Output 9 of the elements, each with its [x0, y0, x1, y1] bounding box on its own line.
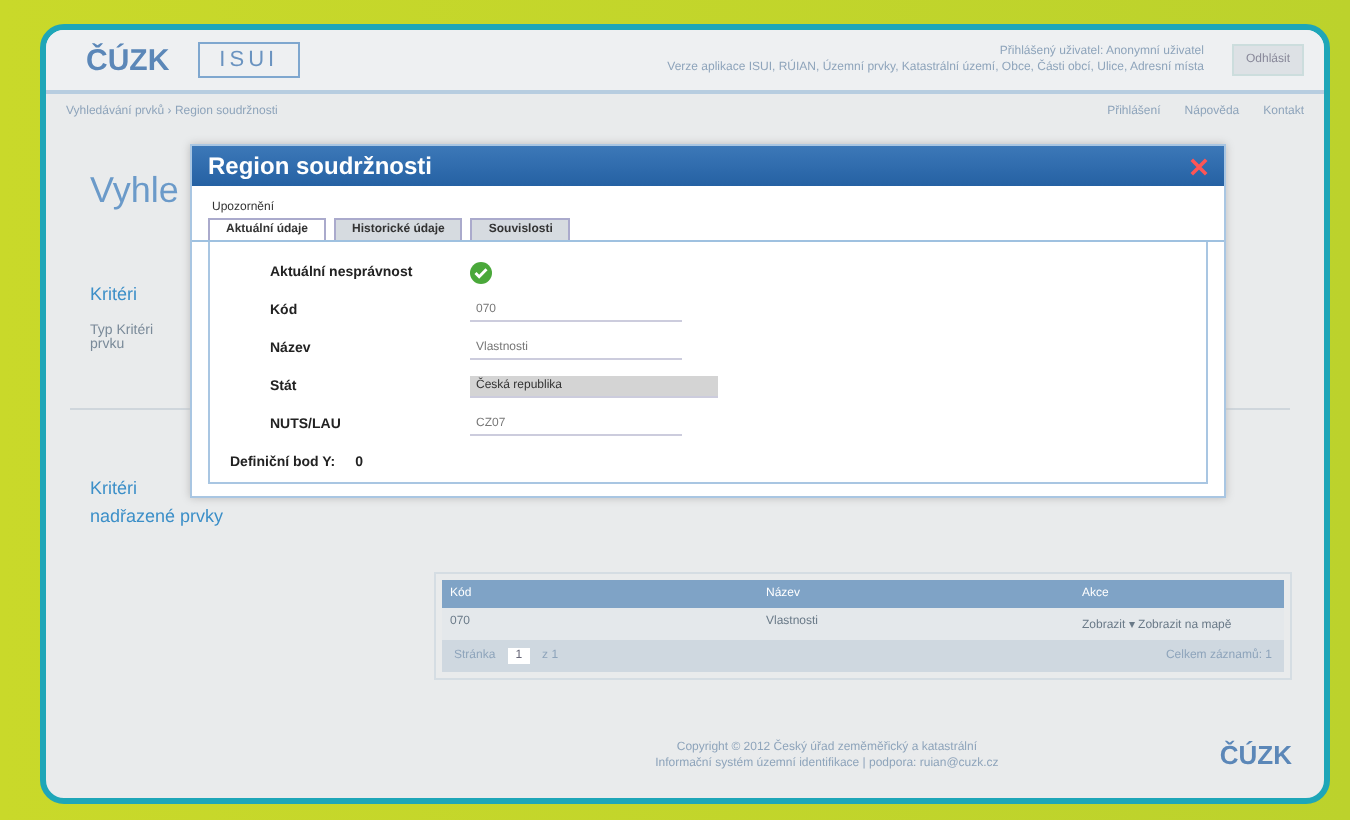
- parent-link[interactable]: nadřazené prvky: [90, 506, 224, 526]
- criteria-link[interactable]: Kritéri: [90, 478, 138, 498]
- footer-logo: ČÚZK: [1219, 740, 1292, 770]
- dialog-title: Region soudržnosti: [208, 152, 432, 180]
- logo: ČÚZK: [86, 43, 170, 77]
- page-title: Vyhle: [90, 170, 179, 212]
- close-icon[interactable]: [1190, 157, 1208, 175]
- criteria-link[interactable]: Kritéri: [90, 284, 138, 304]
- app-name: ISUI: [197, 42, 301, 78]
